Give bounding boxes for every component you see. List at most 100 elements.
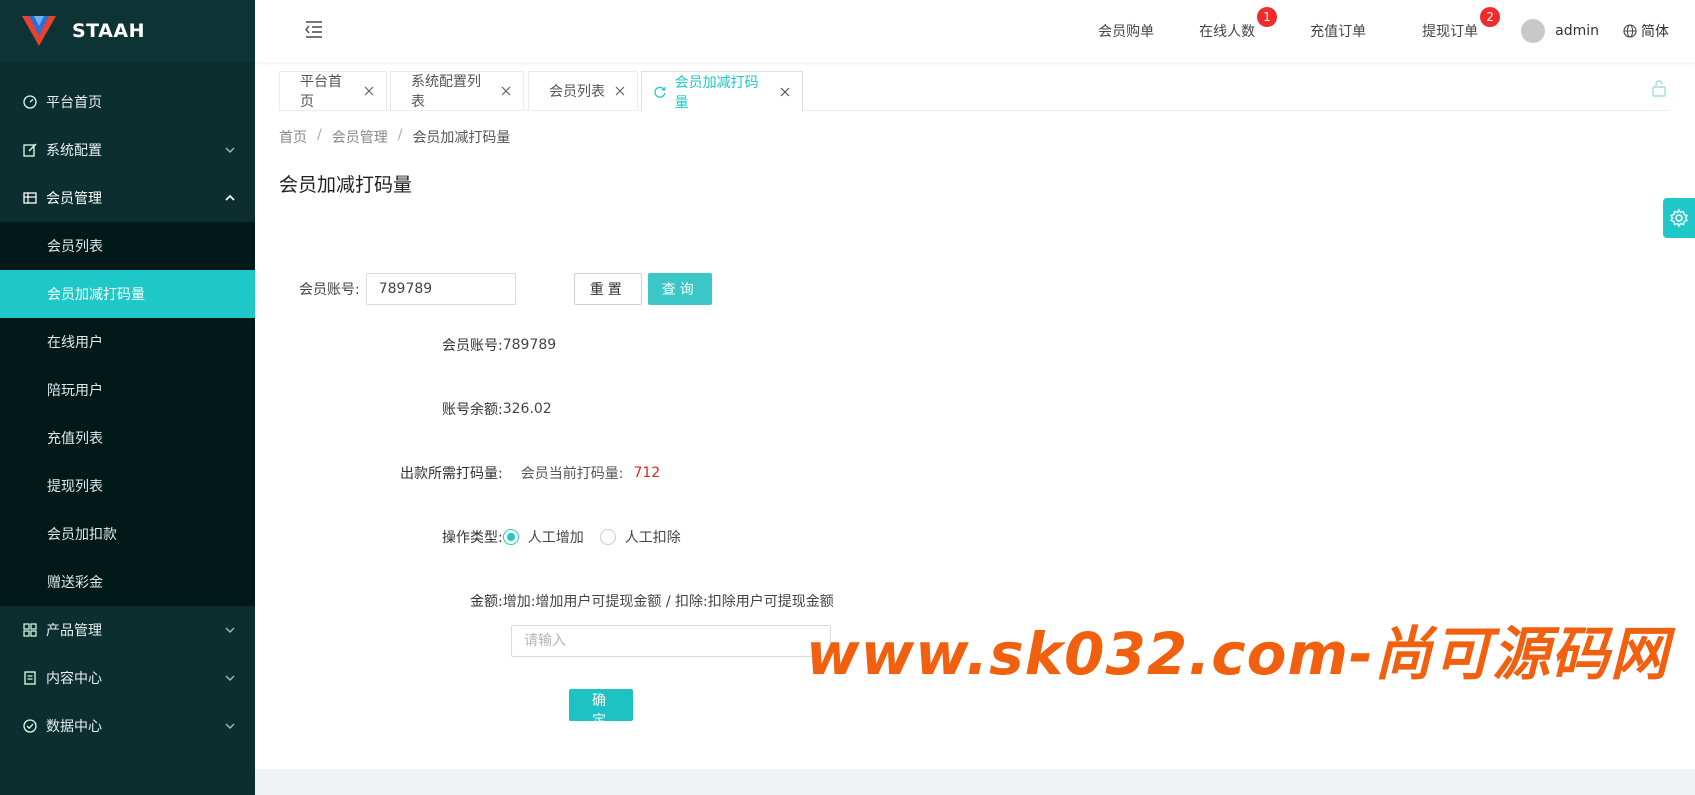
submenu-item-member-list[interactable]: 会员列表: [0, 222, 255, 270]
required-code-label: 出款所需打码量:: [400, 466, 503, 482]
grid-icon: [22, 622, 38, 638]
search-label: 会员账号:: [299, 282, 360, 298]
chevron-down-icon: [225, 675, 235, 682]
chevron-down-icon: [225, 147, 235, 154]
logo-v-icon: [22, 16, 56, 46]
online-count-badge: 1: [1257, 7, 1278, 27]
header-nav: 会员购单 在线人数 1 充值订单 提现订单 2 admin 简体: [1098, 0, 1695, 62]
tab-label: 会员列表: [549, 84, 605, 100]
chevron-down-icon: [225, 627, 235, 634]
nav-label: 在线人数: [1199, 24, 1256, 40]
balance-label: 账号余额:: [442, 402, 503, 418]
sidebar-menu: 平台首页 系统配置 会员管理 会员列表 会员加减打码量 在线用户 陪玩用户 充值…: [0, 78, 255, 750]
breadcrumb-separator: /: [317, 127, 322, 143]
sidebar-item-label: 数据中心: [46, 719, 102, 735]
member-submenu: 会员列表 会员加减打码量 在线用户 陪玩用户 充值列表 提现列表 会员加扣款 赠…: [0, 222, 255, 606]
settings-float-button[interactable]: [1663, 198, 1695, 238]
close-icon[interactable]: [500, 84, 513, 98]
submenu-item-companion-users[interactable]: 陪玩用户: [0, 366, 255, 414]
menu-fold-icon[interactable]: [303, 18, 325, 40]
user-menu[interactable]: admin: [1521, 19, 1599, 43]
page-tabs: 平台首页 系统配置列表 会员列表 会员加减打码量: [279, 71, 1670, 111]
tab-label: 平台首页: [300, 74, 342, 110]
table-icon: [22, 190, 38, 206]
close-icon[interactable]: [613, 84, 627, 98]
document-icon: [22, 670, 38, 686]
radio-label: 人工增加: [527, 530, 584, 546]
amount-hint: 增加:增加用户可提现金额 / 扣除:扣除用户可提现金额: [502, 594, 834, 610]
sidebar-item-label: 内容中心: [46, 671, 102, 687]
radio-manual-add[interactable]: 人工增加: [502, 527, 584, 547]
nav-recharge-orders[interactable]: 充值订单: [1310, 21, 1366, 41]
nav-label: 提现订单: [1422, 24, 1479, 40]
close-icon[interactable]: [778, 85, 792, 99]
tab-system-config-list[interactable]: 系统配置列表: [390, 71, 524, 110]
breadcrumb-current: 会员加减打码量: [412, 130, 511, 146]
breadcrumb-separator: /: [397, 127, 403, 143]
refresh-icon[interactable]: [653, 85, 667, 99]
account-label: 会员账号:: [442, 338, 503, 354]
sidebar-item-home[interactable]: 平台首页: [0, 78, 255, 126]
sidebar-item-data-center[interactable]: 数据中心: [0, 702, 255, 750]
top-header: 会员购单 在线人数 1 充值订单 提现订单 2 admin 简体: [255, 0, 1695, 62]
submenu-item-bonus-gift[interactable]: 赠送彩金: [0, 558, 255, 606]
globe-icon: [1623, 24, 1637, 38]
chevron-down-icon: [225, 723, 235, 730]
search-form: 会员账号: 重置 查询: [299, 273, 712, 305]
member-account-input[interactable]: [365, 273, 516, 305]
tab-platform-home[interactable]: 平台首页: [279, 71, 387, 110]
amount-hint-row: 金额: 增加:增加用户可提现金额 / 扣除:扣除用户可提现金额: [470, 591, 834, 611]
edit-icon: [22, 142, 38, 158]
chevron-up-icon: [225, 194, 235, 201]
submenu-item-withdraw-list[interactable]: 提现列表: [0, 462, 255, 510]
sidebar-item-system-config[interactable]: 系统配置: [0, 126, 255, 174]
tab-member-list[interactable]: 会员列表: [528, 71, 638, 110]
logo[interactable]: STAAH: [0, 0, 255, 62]
submenu-item-recharge-list[interactable]: 充值列表: [0, 414, 255, 462]
query-button[interactable]: 查询: [647, 273, 712, 305]
sidebar-item-product-management[interactable]: 产品管理: [0, 606, 255, 654]
current-code-label: 会员当前打码量:: [520, 466, 624, 482]
balance-row: 账号余额: 326.02: [442, 399, 552, 419]
confirm-row: 确定: [569, 689, 633, 729]
unlock-icon[interactable]: [1650, 79, 1668, 97]
breadcrumb: 首页 / 会员管理 / 会员加减打码量: [279, 127, 510, 147]
nav-withdraw-orders[interactable]: 提现订单 2: [1422, 7, 1501, 41]
amount-input[interactable]: [511, 625, 831, 657]
radio-manual-deduct[interactable]: 人工扣除: [599, 527, 681, 547]
withdraw-count-badge: 2: [1480, 7, 1501, 27]
sidebar-item-label: 会员管理: [46, 191, 102, 207]
close-icon[interactable]: [362, 84, 376, 98]
brand-name: STAAH: [72, 20, 145, 42]
submenu-item-online-users[interactable]: 在线用户: [0, 318, 255, 366]
sidebar-item-label: 平台首页: [46, 95, 102, 111]
sidebar-item-content-center[interactable]: 内容中心: [0, 654, 255, 702]
nav-member-orders[interactable]: 会员购单: [1098, 21, 1154, 41]
radio-label: 人工扣除: [624, 530, 681, 546]
sidebar-item-label: 系统配置: [46, 143, 102, 159]
tab-member-code-adjust[interactable]: 会员加减打码量: [641, 71, 803, 111]
operation-type-label: 操作类型:: [442, 530, 503, 546]
breadcrumb-home[interactable]: 首页: [279, 127, 307, 147]
language-switcher[interactable]: 简体: [1623, 21, 1669, 41]
sidebar-item-member-management[interactable]: 会员管理: [0, 174, 255, 222]
confirm-button[interactable]: 确定: [569, 689, 633, 729]
avatar: [1521, 19, 1546, 43]
code-requirement-row: 出款所需打码量: 会员当前打码量: 712: [400, 463, 660, 483]
dashboard-icon: [22, 94, 38, 110]
tab-label: 会员加减打码量: [674, 74, 759, 111]
gear-icon: [1669, 208, 1689, 228]
language-label: 简体: [1641, 24, 1669, 40]
sidebar-item-label: 产品管理: [46, 623, 102, 639]
breadcrumb-parent[interactable]: 会员管理: [332, 127, 388, 147]
sidebar: STAAH 平台首页 系统配置 会员管理 会员列表 会员加减打码量 在线用户 陪…: [0, 0, 255, 795]
submenu-item-member-adjust-funds[interactable]: 会员加扣款: [0, 510, 255, 558]
submenu-item-member-code-adjust[interactable]: 会员加减打码量: [0, 270, 255, 318]
reset-button[interactable]: 重置: [573, 273, 642, 305]
account-row: 会员账号: 789789: [442, 335, 556, 355]
nav-online-count[interactable]: 在线人数 1: [1199, 7, 1278, 41]
page-title: 会员加减打码量: [279, 174, 413, 196]
username: admin: [1555, 23, 1599, 39]
balance-value: 326.02: [502, 401, 552, 417]
account-value: 789789: [502, 337, 557, 353]
